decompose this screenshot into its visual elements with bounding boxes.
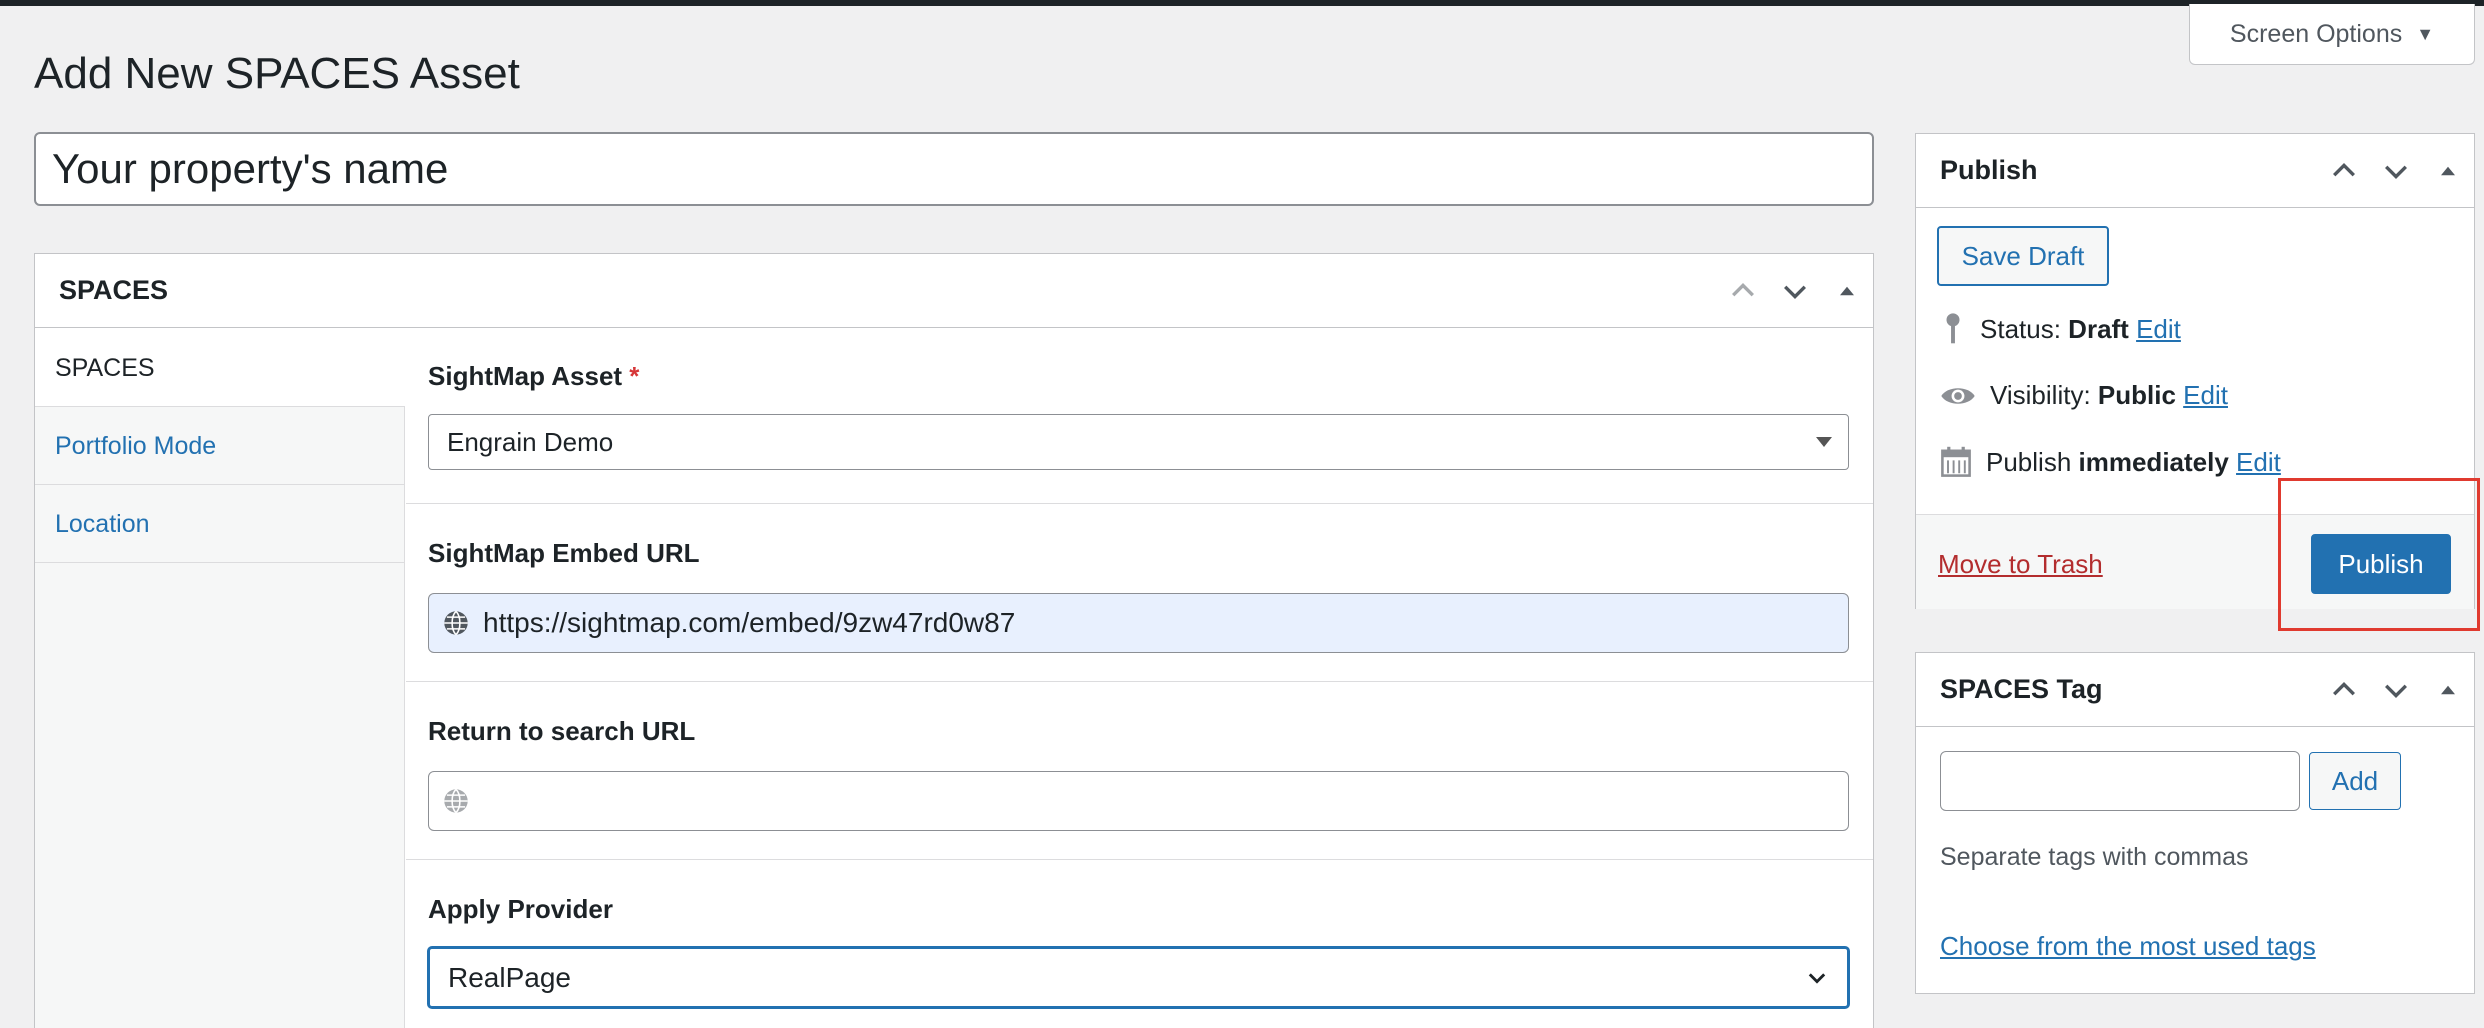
tab-portfolio-mode[interactable]: Portfolio Mode [35, 407, 404, 485]
status-label: Status: [1980, 313, 2061, 344]
add-tag-button[interactable]: Add [2309, 752, 2401, 810]
return-url-field: Return to search URL [406, 682, 1873, 860]
tab-location[interactable]: Location [35, 485, 404, 563]
sightmap-asset-label: SightMap Asset [428, 361, 623, 391]
status-edit-link[interactable]: Edit [2136, 314, 2181, 344]
tab-spaces[interactable]: SPACES [35, 329, 405, 407]
status-value: Draft [2068, 313, 2129, 344]
pin-icon [1946, 313, 1960, 344]
move-up-icon[interactable] [2318, 145, 2370, 197]
embed-url-input[interactable]: https://sightmap.com/embed/9zw47rd0w87 [428, 593, 1849, 653]
required-marker: * [629, 361, 640, 391]
post-title-input[interactable] [34, 132, 1874, 206]
globe-icon [444, 788, 468, 814]
visibility-label: Visibility: [1990, 380, 2091, 410]
tags-help-text: Separate tags with commas [1940, 843, 2249, 871]
schedule-row: Publish immediately Edit [1940, 446, 2281, 478]
toggle-panel-icon[interactable] [2422, 145, 2474, 197]
sightmap-asset-field: SightMap Asset * Engrain Demo [406, 329, 1873, 504]
caret-down-icon: ▼ [2416, 23, 2435, 44]
toggle-panel-icon[interactable] [2422, 664, 2474, 716]
embed-url-field: SightMap Embed URL https://sightmap.com/… [406, 504, 1873, 682]
schedule-value: immediately [2078, 446, 2229, 477]
calendar-icon [1941, 446, 1971, 477]
toggle-panel-icon[interactable] [1821, 265, 1873, 317]
embed-url-label: SightMap Embed URL [428, 538, 700, 568]
return-url-label: Return to search URL [428, 716, 696, 746]
publish-box-header: Publish [1916, 134, 2474, 208]
new-tag-input[interactable] [1940, 751, 2300, 811]
spaces-fields: SightMap Asset * Engrain Demo SightMap E… [406, 329, 1873, 1028]
admin-top-bar [0, 0, 2484, 6]
spaces-metabox-title: SPACES [59, 275, 169, 305]
spaces-metabox-header: SPACES [35, 254, 1873, 328]
publish-highlight-box [2278, 478, 2480, 631]
apply-provider-field: Apply Provider RealPage [406, 860, 1873, 1008]
spaces-metabox: SPACES SPACES Portfolio Mode Location Si… [34, 253, 1874, 1028]
schedule-edit-link[interactable]: Edit [2236, 447, 2281, 477]
move-down-icon[interactable] [2370, 145, 2422, 197]
spaces-tag-title: SPACES Tag [1940, 674, 2103, 704]
schedule-label: Publish [1986, 446, 2072, 477]
move-up-icon[interactable] [1717, 265, 1769, 317]
visibility-value: Public [2097, 380, 2176, 410]
move-down-icon[interactable] [1769, 265, 1821, 317]
spaces-tag-header: SPACES Tag [1916, 653, 2474, 727]
publish-box-title: Publish [1940, 155, 2038, 185]
sightmap-asset-select[interactable]: Engrain Demo [428, 414, 1849, 470]
apply-provider-select[interactable]: RealPage [428, 947, 1849, 1008]
visibility-edit-link[interactable]: Edit [2183, 380, 2228, 410]
page-title: Add New SPACES Asset [34, 49, 520, 98]
select-arrow-icon [1816, 437, 1832, 447]
move-up-icon[interactable] [2318, 664, 2370, 716]
save-draft-button[interactable]: Save Draft [1937, 226, 2109, 286]
choose-tags-link[interactable]: Choose from the most used tags [1940, 931, 2316, 962]
return-url-input[interactable] [428, 771, 1849, 831]
screen-options-label: Screen Options [2229, 19, 2403, 48]
visibility-row: Visibility: Public Edit [1940, 380, 2228, 411]
apply-provider-label: Apply Provider [428, 894, 613, 924]
spaces-tag-box: SPACES Tag Add Separate tags with commas… [1915, 652, 2475, 994]
screen-options-button[interactable]: Screen Options ▼ [2189, 4, 2475, 65]
apply-provider-value: RealPage [448, 961, 571, 993]
embed-url-value: https://sightmap.com/embed/9zw47rd0w87 [483, 607, 1016, 638]
globe-icon [444, 610, 468, 636]
move-down-icon[interactable] [2370, 664, 2422, 716]
move-to-trash-link[interactable]: Move to Trash [1938, 549, 2103, 580]
chevron-down-icon [1808, 972, 1826, 984]
spaces-tabs: SPACES Portfolio Mode Location [35, 329, 405, 1028]
status-row: Status: Draft Edit [1940, 312, 2181, 346]
sightmap-asset-value: Engrain Demo [447, 426, 614, 457]
eye-icon [1941, 387, 1975, 404]
